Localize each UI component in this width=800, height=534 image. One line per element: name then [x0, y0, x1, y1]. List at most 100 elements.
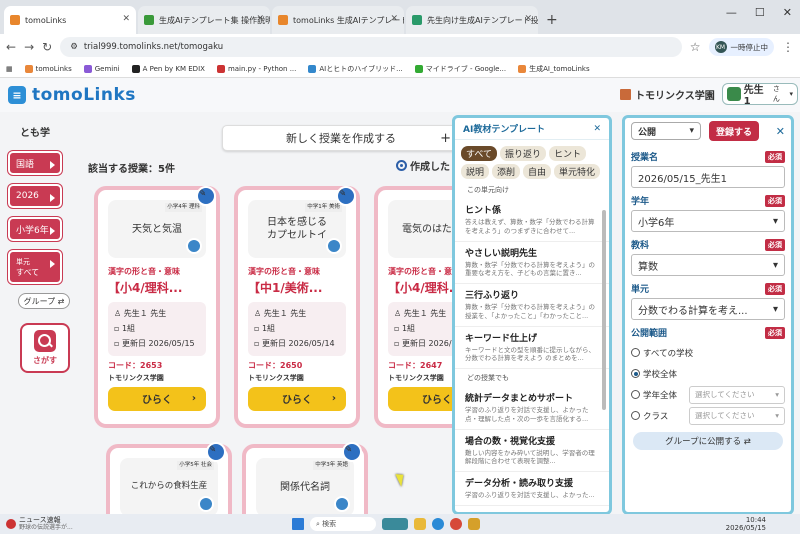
- browser-tab[interactable]: tomoLinks 生成AIテンプレート集✕: [272, 6, 404, 34]
- lesson-card[interactable]: 日本を感じる カプセルトイ 中学1年 美術 漢字の形と音・意味 【中1/美術..…: [234, 186, 360, 428]
- card-tag: 中学3年 英語: [313, 461, 350, 471]
- unit-select[interactable]: 分数でわる計算を考え... ▾: [631, 298, 785, 320]
- taskbar-search[interactable]: ⌕ 検索: [310, 517, 376, 531]
- lesson-card[interactable]: 天気と気温 小学4年 理科 漢字の形と音・意味 【小4/理科... ♙ 先生１ …: [94, 186, 220, 428]
- class-icon: ▫: [114, 324, 122, 334]
- template-item[interactable]: 三行ふり返り 算数・数学「分数でわる計算を考えよう」の授業を、「よかったこと」「わ…: [455, 284, 609, 327]
- template-item[interactable]: ヒント係 答えは教えず、算数・数学「分数でわる計算を考えよう」のつまずきに合わせて…: [455, 199, 609, 242]
- bookmark-star-icon[interactable]: ☆: [690, 40, 701, 54]
- scope-option[interactable]: クラス 選択してください ▾: [631, 405, 785, 426]
- chip-explain[interactable]: 説明: [461, 164, 490, 179]
- reload-icon[interactable]: ↻: [42, 40, 52, 54]
- site-info-icon[interactable]: ⚙: [70, 42, 78, 52]
- required-badge: 必須: [765, 238, 785, 251]
- close-icon[interactable]: ✕: [593, 124, 601, 134]
- edit-pencil-icon[interactable]: ✎: [206, 442, 226, 462]
- bookmark-item[interactable]: 生成AI_tomoLinks: [518, 64, 590, 74]
- lesson-name-input[interactable]: 2026/05/15_先生1: [631, 166, 785, 188]
- template-scrollbar[interactable]: [602, 210, 606, 410]
- card-class: 1組: [261, 324, 276, 334]
- scope-option[interactable]: すべての学校: [631, 342, 785, 363]
- bookmark-item[interactable]: A Pen by KM EDIX: [131, 64, 205, 73]
- chrome-icon[interactable]: [450, 518, 462, 530]
- lesson-form-panel: 公開 ▾ 登録する ✕ 授業名 必須 2026/05/15_先生1 学年 必須 小学6…: [622, 115, 794, 515]
- apps-grid-icon[interactable]: ▦: [6, 65, 13, 73]
- url-field[interactable]: ⚙ trial999.tomolinks.net/tomogaku: [60, 37, 682, 57]
- chip-all[interactable]: すべて: [461, 146, 498, 161]
- clock[interactable]: 10:44 2026/05/15: [726, 516, 766, 532]
- search-button[interactable]: さがす: [20, 323, 70, 373]
- card-teacher: 先生１ 先生: [403, 309, 447, 318]
- profile-button[interactable]: KM 一時停止中: [708, 38, 774, 56]
- open-button[interactable]: ひらく: [108, 386, 206, 411]
- bookmark-item[interactable]: tomoLinks: [24, 64, 72, 73]
- ai-template-panel: AI教材テンプレート ✕ すべて 振り返り ヒント 説明 添削 自由 単元特化 …: [452, 115, 612, 515]
- chip-hint[interactable]: ヒント: [549, 146, 587, 161]
- close-icon[interactable]: ✕: [122, 14, 130, 24]
- template-item[interactable]: 統計データまとめサポート 学習のふり返りを対話で支援し、よかった点・理解した点・次…: [455, 387, 609, 430]
- template-item[interactable]: データ分析・読み取り支援 学習のふり返りを対話で支援し、よかった...: [455, 472, 609, 506]
- browser-tab[interactable]: 先生向け生成AIテンプレート投稿フォ✕: [406, 6, 538, 34]
- edit-pencil-icon[interactable]: ✎: [196, 186, 216, 206]
- group-button[interactable]: グループ ⇄: [18, 293, 70, 309]
- scope-option[interactable]: 学校全体: [631, 363, 785, 384]
- template-item[interactable]: やさしい説明先生 算数・数学「分数でわる計算を考えよう」の重要な考え方を、子どもの…: [455, 242, 609, 285]
- browser-tab[interactable]: 生成AIテンプレート集 操作説明 ✕: [138, 6, 270, 34]
- user-menu[interactable]: 先生1 さん ▾: [722, 83, 798, 107]
- chip-unit[interactable]: 単元特化: [554, 164, 601, 179]
- back-icon[interactable]: ←: [6, 40, 16, 54]
- bookmark-item[interactable]: main.py - Python ...: [216, 64, 296, 73]
- bookmark-item[interactable]: Gemini: [83, 64, 120, 73]
- grade-select[interactable]: 小学6年 ▾: [631, 210, 785, 232]
- window-close-icon[interactable]: ✕: [783, 6, 792, 19]
- open-button[interactable]: ひらく: [248, 386, 346, 411]
- template-item[interactable]: キーワード仕上げ キーワードと文の型を順番に提示しながら、分数でわる計算を考えよう…: [455, 327, 609, 370]
- subject-select[interactable]: 算数 ▾: [631, 254, 785, 276]
- template-item[interactable]: 場合の数・視覚化支援 難しい内容をかみ砕いて説明し、学習者の理解段階に合わせて表現…: [455, 430, 609, 473]
- filter-subject[interactable]: 国語: [8, 151, 62, 175]
- close-icon[interactable]: ✕: [256, 14, 264, 24]
- calendar-icon: ▫: [114, 339, 122, 349]
- browser-tab[interactable]: tomoLinks ✕: [4, 6, 136, 34]
- close-icon[interactable]: ✕: [524, 14, 532, 24]
- bookmark-favicon-icon: [518, 64, 527, 73]
- scope-option[interactable]: 学年全体 選択してください ▾: [631, 384, 785, 405]
- close-icon[interactable]: ✕: [776, 125, 785, 138]
- new-lesson-button[interactable]: 新しく授業を作成する +: [222, 125, 460, 151]
- card-meta: ♙ 先生１ 先生 ▫ 1組 ▫ 更新日 2026/05/15: [108, 302, 206, 356]
- visibility-select[interactable]: 公開 ▾: [631, 122, 701, 140]
- menu-icon[interactable]: ⋮: [782, 40, 794, 54]
- app-logo[interactable]: ≡ tomoLinks: [8, 85, 136, 105]
- close-icon[interactable]: ✕: [390, 14, 398, 24]
- sort-option[interactable]: 作成した: [396, 158, 450, 173]
- edge-icon[interactable]: [432, 518, 444, 530]
- forward-icon[interactable]: →: [24, 40, 34, 54]
- group-publish-button[interactable]: グループに公開する ⇄: [633, 432, 783, 450]
- chip-reflection[interactable]: 振り返り: [500, 146, 547, 161]
- task-view-icon[interactable]: [382, 518, 408, 530]
- filter-unit[interactable]: 単元 すべて: [8, 250, 62, 284]
- result-count: 該当する授業：5件: [88, 164, 175, 175]
- radio-icon: [396, 160, 407, 171]
- news-widget[interactable]: ニュース速報 野球の伝説選手が...: [6, 516, 73, 531]
- maximize-icon[interactable]: ☐: [755, 6, 765, 19]
- bookmark-item[interactable]: AIとヒトのハイブリッド...: [308, 64, 403, 74]
- graduation-cap-icon: [186, 238, 202, 254]
- windows-start-icon[interactable]: [292, 518, 304, 530]
- new-tab-icon[interactable]: +: [546, 12, 558, 28]
- minimize-icon[interactable]: —: [726, 6, 737, 19]
- grade-scope-select[interactable]: 選択してください ▾: [689, 385, 785, 404]
- class-scope-select[interactable]: 選択してください ▾: [689, 406, 785, 425]
- bookmark-item[interactable]: マイドライブ - Google...: [414, 64, 506, 74]
- edit-pencil-icon[interactable]: ✎: [342, 442, 362, 462]
- chip-correction[interactable]: 添削: [492, 164, 521, 179]
- bookmark-favicon-icon: [131, 64, 140, 73]
- filter-grade[interactable]: 小学6年: [8, 217, 62, 241]
- edit-pencil-icon[interactable]: ✎: [336, 186, 356, 206]
- chip-free[interactable]: 自由: [523, 164, 552, 179]
- register-button[interactable]: 登録する: [709, 121, 760, 141]
- person-icon: ♙: [114, 309, 124, 318]
- filter-year[interactable]: 2026: [8, 184, 62, 208]
- app-icon[interactable]: [468, 518, 480, 530]
- file-explorer-icon[interactable]: [414, 518, 426, 530]
